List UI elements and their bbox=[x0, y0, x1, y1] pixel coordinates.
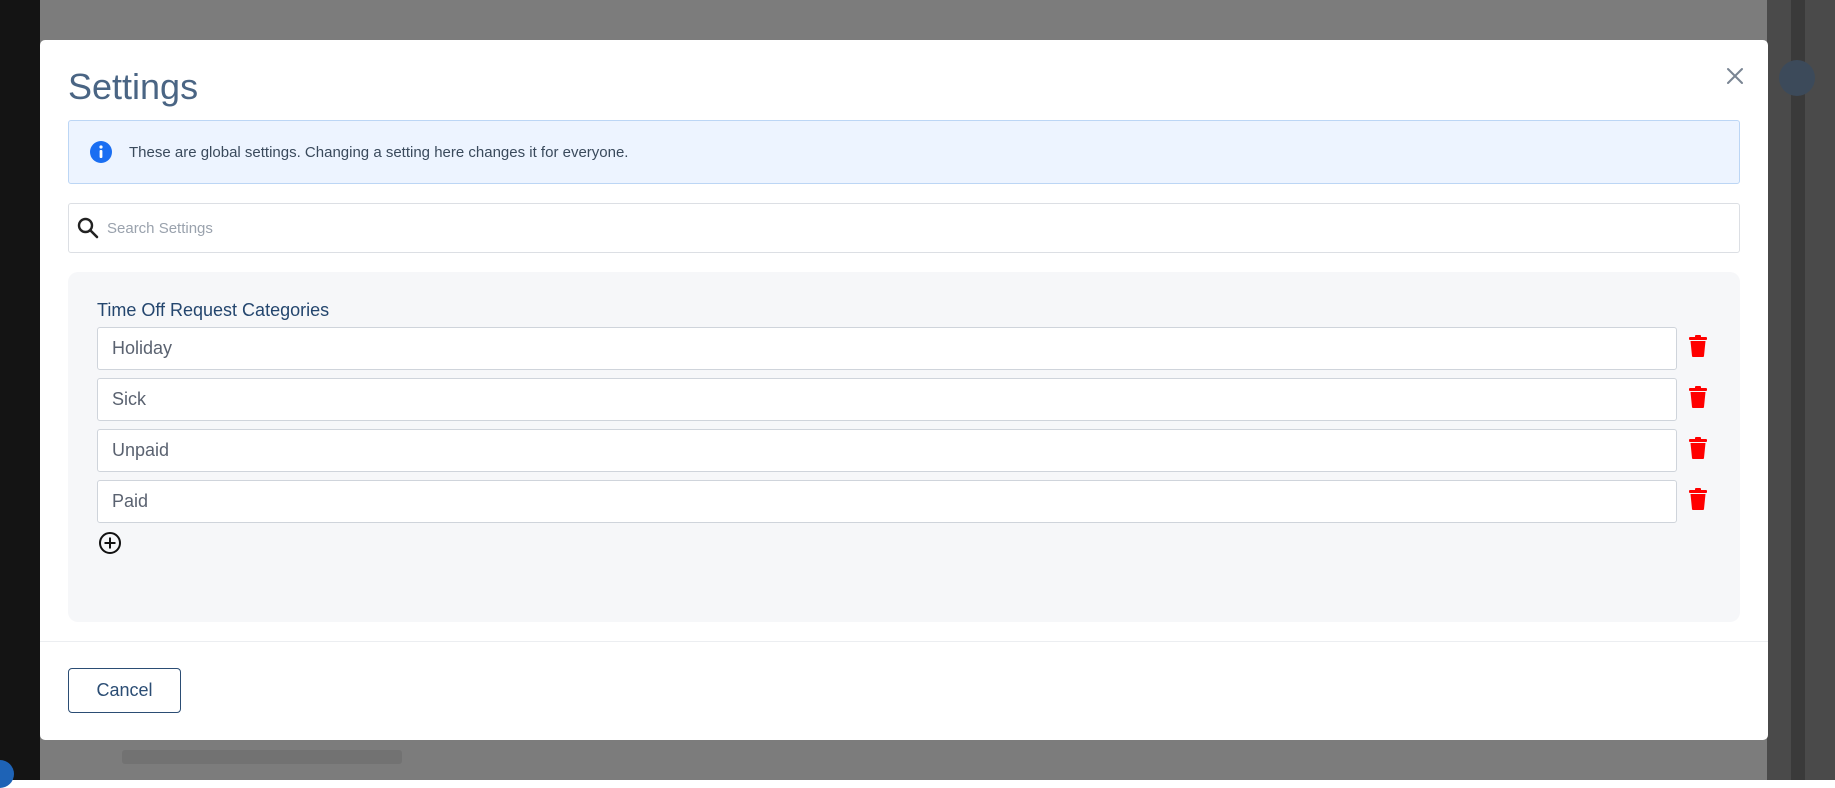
category-row bbox=[97, 429, 1711, 473]
search-icon bbox=[77, 217, 99, 239]
background-avatar bbox=[1779, 60, 1815, 96]
close-button[interactable] bbox=[1719, 60, 1751, 92]
info-circle-icon bbox=[89, 140, 113, 164]
delete-sick-button[interactable] bbox=[1685, 382, 1711, 412]
category-input-unpaid[interactable] bbox=[97, 429, 1677, 472]
add-category-button[interactable] bbox=[97, 530, 123, 556]
background-scroll-track bbox=[1791, 0, 1805, 780]
category-row bbox=[97, 480, 1711, 524]
category-row bbox=[97, 378, 1711, 422]
time-off-categories-section: Time Off Request Categories bbox=[68, 272, 1740, 622]
info-alert: These are global settings. Changing a se… bbox=[68, 120, 1740, 184]
category-input-paid[interactable] bbox=[97, 480, 1677, 523]
search-box[interactable] bbox=[68, 203, 1740, 253]
search-input[interactable] bbox=[107, 219, 1707, 237]
delete-unpaid-button[interactable] bbox=[1685, 433, 1711, 463]
background-right-panel bbox=[1767, 0, 1835, 780]
delete-holiday-button[interactable] bbox=[1685, 331, 1711, 361]
settings-modal: Settings These are global settings. Chan… bbox=[40, 40, 1768, 740]
footer-divider bbox=[40, 641, 1768, 642]
trash-icon bbox=[1689, 335, 1707, 357]
close-icon bbox=[1727, 68, 1743, 84]
modal-title: Settings bbox=[68, 66, 199, 107]
info-text: These are global settings. Changing a se… bbox=[129, 143, 629, 161]
section-title: Time Off Request Categories bbox=[97, 300, 330, 320]
delete-paid-button[interactable] bbox=[1685, 484, 1711, 514]
category-row bbox=[97, 327, 1711, 371]
cancel-button[interactable]: Cancel bbox=[68, 668, 181, 713]
trash-icon bbox=[1689, 488, 1707, 510]
background-text-blur bbox=[122, 750, 402, 764]
trash-icon bbox=[1689, 386, 1707, 408]
trash-icon bbox=[1689, 437, 1707, 459]
background-sidebar bbox=[0, 0, 40, 780]
plus-circle-icon bbox=[99, 532, 121, 554]
category-input-sick[interactable] bbox=[97, 378, 1677, 421]
category-input-holiday[interactable] bbox=[97, 327, 1677, 370]
